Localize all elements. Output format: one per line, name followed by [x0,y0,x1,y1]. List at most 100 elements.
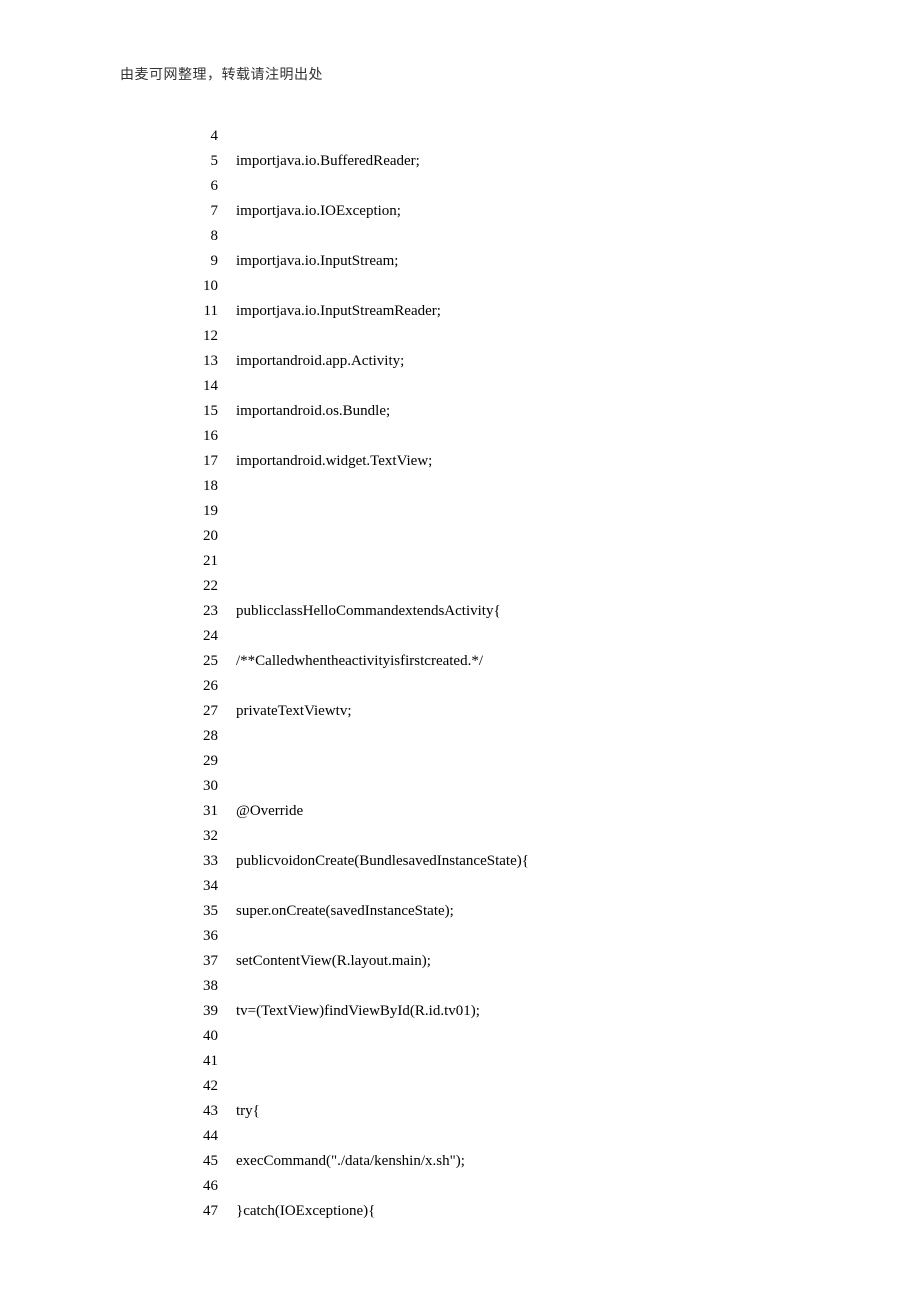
line-number: 33 [182,849,218,874]
code-text: publicclassHelloCommandextendsActivity{ [218,599,501,624]
code-line: 26 [182,674,860,699]
code-text: /**Calledwhentheactivityisfirstcreated.*… [218,649,483,674]
line-number: 18 [182,474,218,499]
line-number: 31 [182,799,218,824]
code-text: setContentView(R.layout.main); [218,949,431,974]
line-number: 14 [182,374,218,399]
line-number: 4 [182,124,218,149]
code-line: 16 [182,424,860,449]
code-line: 7importjava.io.IOException; [182,199,860,224]
line-number: 30 [182,774,218,799]
code-line: 36 [182,924,860,949]
code-text: importjava.io.InputStreamReader; [218,299,441,324]
code-line: 28 [182,724,860,749]
line-number: 12 [182,324,218,349]
line-number: 41 [182,1049,218,1074]
code-line: 37setContentView(R.layout.main); [182,949,860,974]
code-text: importandroid.app.Activity; [218,349,404,374]
line-number: 44 [182,1124,218,1149]
code-line: 29 [182,749,860,774]
code-text: importandroid.widget.TextView; [218,449,432,474]
line-number: 13 [182,349,218,374]
code-line: 27privateTextViewtv; [182,699,860,724]
code-line: 17importandroid.widget.TextView; [182,449,860,474]
code-line: 4 [182,124,860,149]
line-number: 29 [182,749,218,774]
code-text: importjava.io.IOException; [218,199,401,224]
line-number: 28 [182,724,218,749]
code-text: privateTextViewtv; [218,699,352,724]
code-line: 43try{ [182,1099,860,1124]
line-number: 19 [182,499,218,524]
code-line: 41 [182,1049,860,1074]
code-line: 8 [182,224,860,249]
line-number: 17 [182,449,218,474]
code-line: 13importandroid.app.Activity; [182,349,860,374]
line-number: 9 [182,249,218,274]
code-text: }catch(IOExceptione){ [218,1199,375,1224]
code-line: 20 [182,524,860,549]
code-line: 40 [182,1024,860,1049]
code-line: 6 [182,174,860,199]
code-line: 30 [182,774,860,799]
code-line: 32 [182,824,860,849]
code-line: 5importjava.io.BufferedReader; [182,149,860,174]
code-line: 18 [182,474,860,499]
line-number: 5 [182,149,218,174]
line-number: 40 [182,1024,218,1049]
code-text: tv=(TextView)findViewById(R.id.tv01); [218,999,480,1024]
code-line: 25/**Calledwhentheactivityisfirstcreated… [182,649,860,674]
line-number: 47 [182,1199,218,1224]
line-number: 10 [182,274,218,299]
line-number: 22 [182,574,218,599]
document-page: 由麦可网整理，转载请注明出处 45importjava.io.BufferedR… [0,0,920,1302]
code-listing: 45importjava.io.BufferedReader;67importj… [120,124,860,1224]
line-number: 32 [182,824,218,849]
code-line: 38 [182,974,860,999]
line-number: 39 [182,999,218,1024]
code-line: 15importandroid.os.Bundle; [182,399,860,424]
code-line: 34 [182,874,860,899]
line-number: 27 [182,699,218,724]
line-number: 11 [182,299,218,324]
code-line: 46 [182,1174,860,1199]
code-line: 35super.onCreate(savedInstanceState); [182,899,860,924]
line-number: 38 [182,974,218,999]
code-line: 31@Override [182,799,860,824]
line-number: 15 [182,399,218,424]
line-number: 37 [182,949,218,974]
code-line: 23publicclassHelloCommandextendsActivity… [182,599,860,624]
code-line: 10 [182,274,860,299]
code-line: 9importjava.io.InputStream; [182,249,860,274]
code-line: 11importjava.io.InputStreamReader; [182,299,860,324]
line-number: 46 [182,1174,218,1199]
code-line: 39tv=(TextView)findViewById(R.id.tv01); [182,999,860,1024]
code-text: importandroid.os.Bundle; [218,399,390,424]
code-text: try{ [218,1099,260,1124]
code-line: 19 [182,499,860,524]
code-line: 47}catch(IOExceptione){ [182,1199,860,1224]
code-text: importjava.io.BufferedReader; [218,149,420,174]
code-line: 12 [182,324,860,349]
code-line: 45execCommand("./data/kenshin/x.sh"); [182,1149,860,1174]
line-number: 43 [182,1099,218,1124]
line-number: 21 [182,549,218,574]
code-line: 24 [182,624,860,649]
line-number: 8 [182,224,218,249]
code-text: importjava.io.InputStream; [218,249,398,274]
code-line: 22 [182,574,860,599]
code-text: publicvoidonCreate(BundlesavedInstanceSt… [218,849,529,874]
line-number: 36 [182,924,218,949]
code-line: 33publicvoidonCreate(BundlesavedInstance… [182,849,860,874]
code-text: execCommand("./data/kenshin/x.sh"); [218,1149,465,1174]
line-number: 34 [182,874,218,899]
line-number: 35 [182,899,218,924]
line-number: 20 [182,524,218,549]
line-number: 7 [182,199,218,224]
page-header-attribution: 由麦可网整理，转载请注明出处 [120,64,860,84]
line-number: 45 [182,1149,218,1174]
code-text: @Override [218,799,303,824]
code-line: 42 [182,1074,860,1099]
code-line: 44 [182,1124,860,1149]
line-number: 23 [182,599,218,624]
